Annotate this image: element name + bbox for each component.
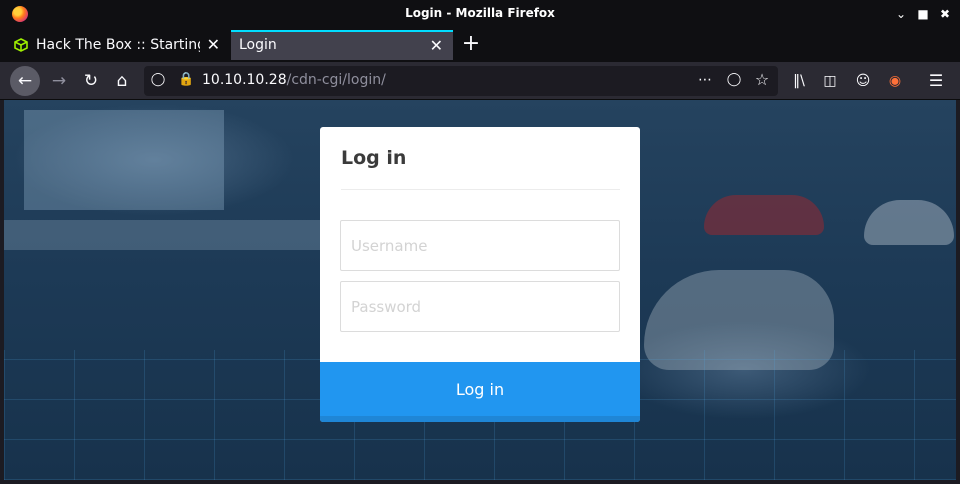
background-white-car — [864, 200, 954, 245]
close-tab-icon[interactable]: ✕ — [207, 30, 220, 60]
minimize-icon[interactable]: ⌄ — [892, 5, 910, 23]
library-icon[interactable]: ‖\ — [784, 66, 814, 96]
back-button[interactable]: ← — [10, 66, 40, 96]
tab-hack-the-box[interactable]: Hack The Box :: Starting P ✕ — [6, 30, 230, 60]
tab-label: Login — [239, 37, 277, 53]
url-path: /cdn-cgi/login/ — [286, 72, 386, 88]
address-bar[interactable]: ◯ 🔒 10.10.10.28/cdn-cgi/login/ ⋯ ◯ ☆ — [144, 66, 778, 96]
url-host: 10.10.10.28 — [202, 72, 287, 88]
password-field[interactable] — [340, 281, 620, 332]
reload-button[interactable]: ↻ — [76, 66, 106, 96]
home-button[interactable]: ⌂ — [107, 66, 137, 96]
window-title: Login - Mozilla Firefox — [405, 6, 555, 20]
sidebar-icon[interactable]: ◫ — [815, 66, 845, 96]
background-shelf — [4, 220, 324, 250]
forward-button[interactable]: → — [44, 66, 74, 96]
username-field[interactable] — [340, 220, 620, 271]
background-red-car — [704, 195, 824, 235]
divider — [341, 189, 620, 190]
pocket-icon[interactable]: ◯ — [726, 72, 742, 90]
navigation-toolbar: ← → ↻ ⌂ ◯ 🔒 10.10.10.28/cdn-cgi/login/ ⋯… — [0, 62, 960, 100]
close-window-icon[interactable]: ✖ — [936, 5, 954, 23]
bookmark-star-icon[interactable]: ☆ — [754, 70, 770, 89]
close-tab-icon[interactable]: ✕ — [430, 32, 443, 59]
page-actions-icon[interactable]: ⋯ — [697, 72, 713, 90]
insecure-lock-icon[interactable]: 🔒 — [178, 72, 194, 90]
htb-cube-icon — [14, 38, 28, 52]
tab-strip: Hack The Box :: Starting P ✕ Login ✕ + — [0, 28, 960, 62]
password-input[interactable] — [341, 282, 619, 331]
window-titlebar: Login - Mozilla Firefox ⌄ ■ ✖ — [0, 0, 960, 28]
background-showroom-screen — [24, 110, 224, 210]
maximize-icon[interactable]: ■ — [914, 5, 932, 23]
shield-icon[interactable]: ◯ — [150, 72, 166, 90]
login-button[interactable]: Log in — [320, 362, 640, 422]
new-tab-button[interactable]: + — [460, 31, 482, 57]
tab-label: Hack The Box :: Starting P — [36, 37, 200, 53]
url-text[interactable]: 10.10.10.28/cdn-cgi/login/ — [202, 72, 386, 88]
menu-icon[interactable]: ☰ — [921, 66, 951, 96]
tab-login[interactable]: Login ✕ — [231, 30, 453, 60]
username-input[interactable] — [341, 221, 619, 270]
login-card: Log in Log in — [320, 127, 640, 422]
login-heading: Log in — [341, 147, 407, 169]
foxyproxy-extension-icon[interactable]: ◉ — [880, 66, 910, 96]
account-icon[interactable]: ☺ — [848, 66, 878, 96]
page-content: Log in Log in — [4, 100, 956, 480]
